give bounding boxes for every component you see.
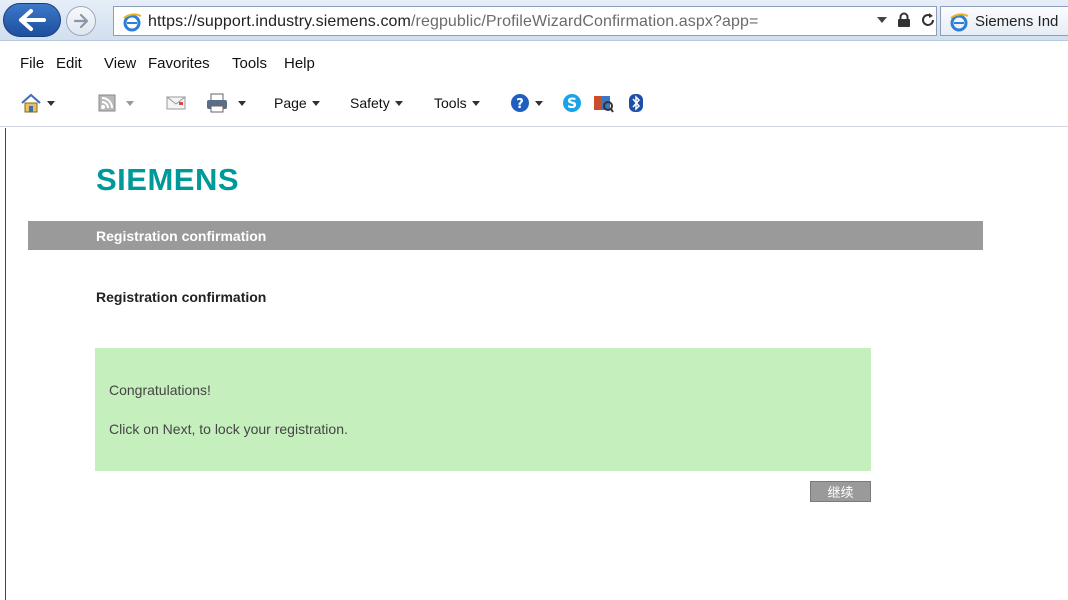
lock-icon[interactable]: [897, 12, 911, 28]
dropdown-icon: [535, 100, 543, 106]
menu-favorites[interactable]: Favorites: [148, 55, 210, 72]
banner-title: Registration confirmation: [96, 228, 267, 244]
bluetooth-button[interactable]: [628, 88, 644, 118]
forward-button[interactable]: [66, 6, 96, 36]
instruction-text: Click on Next, to lock your registration…: [109, 421, 348, 437]
next-button[interactable]: 继续: [810, 481, 871, 502]
siemens-logo: SIEMENS: [96, 162, 240, 197]
confirmation-message-box: Congratulations! Click on Next, to lock …: [95, 348, 871, 471]
url-text: https://support.industry.siemens.com/reg…: [148, 13, 759, 30]
page-menu[interactable]: Page: [274, 88, 320, 118]
print-button[interactable]: [206, 88, 246, 118]
dropdown-icon: [126, 100, 134, 106]
command-bar: Page Safety Tools ? S: [0, 88, 1068, 118]
toolbar-divider: [0, 126, 1068, 127]
skype-icon: S: [563, 94, 581, 112]
safety-menu-label: Safety: [350, 95, 390, 111]
home-icon: [21, 93, 41, 113]
dropdown-icon: [471, 100, 480, 106]
menu-view[interactable]: View: [104, 55, 136, 72]
tools-menu[interactable]: Tools: [434, 88, 480, 118]
section-title: Registration confirmation: [96, 289, 267, 305]
page-menu-label: Page: [274, 95, 307, 111]
skype-button[interactable]: S: [562, 88, 582, 118]
print-icon: [207, 93, 227, 113]
mail-icon: [166, 96, 186, 110]
url-field[interactable]: https://support.industry.siemens.com/reg…: [113, 6, 937, 36]
help-button[interactable]: ?: [510, 88, 543, 118]
menu-help[interactable]: Help: [284, 55, 315, 72]
home-button[interactable]: [20, 88, 55, 118]
bluetooth-icon: [629, 94, 643, 112]
safety-menu[interactable]: Safety: [350, 88, 403, 118]
ie-icon: [950, 13, 969, 32]
svg-text:S: S: [567, 96, 577, 112]
tools-menu-label: Tools: [434, 95, 467, 111]
dropdown-icon: [238, 100, 246, 106]
help-icon: ?: [511, 94, 529, 112]
refresh-icon[interactable]: [920, 12, 936, 28]
menu-file[interactable]: File: [20, 55, 44, 72]
menu-bar: File Edit View Favorites Tools Help: [0, 52, 1068, 76]
dropdown-icon[interactable]: [876, 15, 888, 25]
address-bar-row: https://support.industry.siemens.com/reg…: [0, 0, 1068, 41]
svg-text:?: ?: [516, 97, 524, 112]
menu-tools[interactable]: Tools: [232, 55, 267, 72]
browser-tab[interactable]: Siemens Ind: [940, 6, 1068, 36]
ie-icon: [123, 13, 142, 32]
page-header-banner: Registration confirmation: [28, 221, 983, 250]
window-left-edge: [5, 128, 6, 600]
forward-arrow-icon: [73, 13, 89, 29]
mail-button[interactable]: [166, 88, 186, 118]
research-icon: [594, 96, 614, 113]
back-button[interactable]: [3, 3, 61, 37]
dropdown-icon: [47, 100, 55, 106]
url-tools: [876, 12, 936, 28]
next-button-label: 继续: [827, 486, 854, 501]
feeds-button[interactable]: [98, 88, 134, 118]
rss-feed-icon: [98, 94, 116, 112]
congratulations-text: Congratulations!: [109, 382, 211, 398]
tab-title: Siemens Ind: [975, 13, 1059, 30]
research-button[interactable]: [592, 88, 614, 118]
dropdown-icon: [394, 100, 403, 106]
back-arrow-icon: [19, 9, 46, 31]
menu-edit[interactable]: Edit: [56, 55, 82, 72]
dropdown-icon: [311, 100, 320, 106]
